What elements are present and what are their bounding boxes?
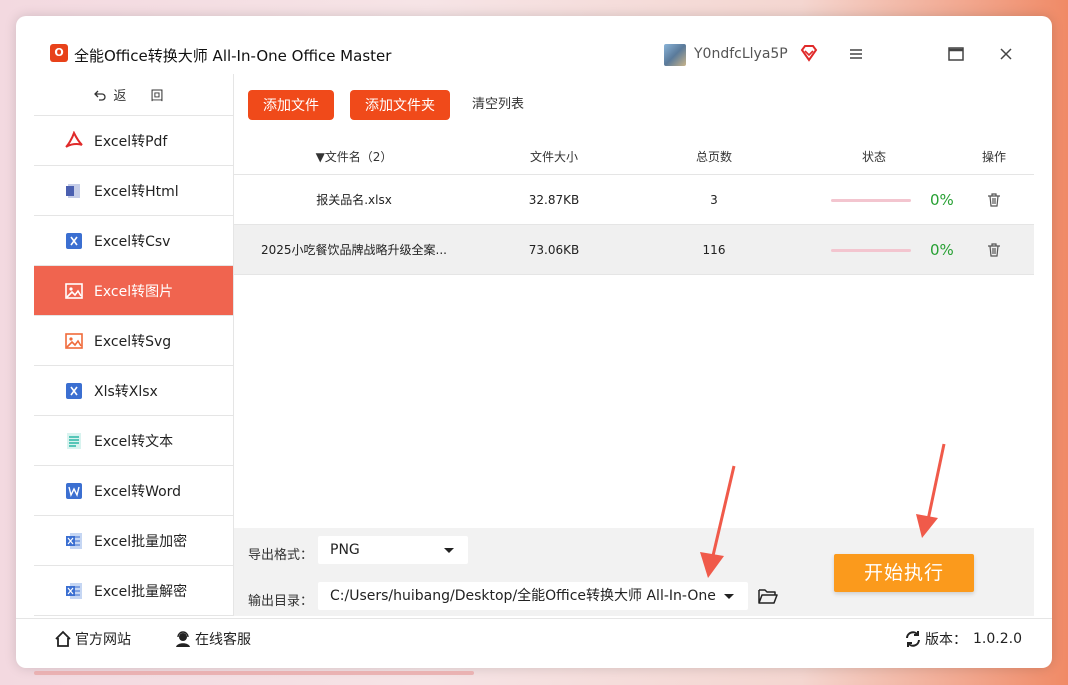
- online-service-label: 在线客服: [195, 632, 251, 648]
- sidebar-item-label: Excel转文本: [94, 433, 174, 450]
- format-label: 导出格式：: [248, 548, 314, 563]
- home-icon: [55, 630, 71, 647]
- progress-percent: 0%: [930, 190, 954, 209]
- text-icon: [64, 431, 84, 451]
- username[interactable]: Y0ndfcLlya5P: [694, 46, 788, 62]
- excel-icon: [64, 381, 84, 401]
- title-bar: O 全能Office转换大师 All-In-One Office Master …: [16, 16, 1052, 74]
- file-name: 2025小吃餐饮品牌战略升级全案...: [261, 243, 447, 257]
- chevron-down-icon: [724, 594, 734, 599]
- sidebar-item-label: Xls转Xlsx: [94, 383, 158, 400]
- menu-icon[interactable]: [846, 44, 866, 64]
- back-arrow-icon: [94, 90, 106, 101]
- file-size: 32.87KB: [528, 192, 580, 207]
- column-header-pages: 总页数: [695, 149, 732, 164]
- excel-unlock-icon: [64, 581, 84, 601]
- footer: 官方网站 在线客服 版本： 1.0.2.0: [16, 618, 1052, 658]
- options-panel: 导出格式： PNG 输出目录： C:/Users/huibang/Desktop…: [234, 528, 1034, 616]
- column-header-name[interactable]: ▼文件名（2）: [234, 138, 474, 174]
- progress-bar: [831, 199, 911, 202]
- add-file-button[interactable]: 添加文件: [248, 90, 334, 120]
- table-header: ▼文件名（2） 文件大小 总页数 状态 操作: [234, 138, 1034, 175]
- sidebar-item-label: Excel转Word: [94, 483, 182, 500]
- sidebar: 返 回 Excel转Pdf Excel转Html Excel转Csv Excel…: [34, 74, 234, 616]
- image-icon: [64, 331, 84, 351]
- sidebar-item-excel-batch-decrypt[interactable]: Excel批量解密: [34, 566, 233, 616]
- table-row[interactable]: 报关品名.xlsx 32.87KB 3 0%: [234, 175, 1034, 225]
- file-name: 报关品名.xlsx: [316, 193, 392, 207]
- back-label: 返 回: [113, 89, 174, 104]
- version-info: 版本： 1.0.2.0: [904, 629, 1022, 649]
- file-size: 73.06KB: [528, 242, 580, 257]
- sidebar-item-excel-to-svg[interactable]: Excel转Svg: [34, 316, 233, 366]
- page-count: 3: [710, 192, 718, 207]
- official-site-label: 官方网站: [75, 632, 131, 648]
- format-select[interactable]: PNG: [318, 536, 468, 564]
- excel-lock-icon: [64, 531, 84, 551]
- add-folder-button[interactable]: 添加文件夹: [350, 90, 450, 120]
- column-header-operation: 操作: [981, 149, 1006, 164]
- word-icon: [64, 481, 84, 501]
- delete-trash-icon[interactable]: [986, 192, 1002, 208]
- excel-icon: [64, 231, 84, 251]
- output-dir-value: C:/Users/huibang/Desktop/全能Office转换大师 Al…: [330, 588, 716, 604]
- pdf-icon: [64, 130, 84, 151]
- back-button[interactable]: 返 回: [34, 74, 233, 116]
- sidebar-item-excel-to-csv[interactable]: Excel转Csv: [34, 216, 233, 266]
- sidebar-item-excel-to-pdf[interactable]: Excel转Pdf: [34, 116, 233, 166]
- output-dir-select[interactable]: C:/Users/huibang/Desktop/全能Office转换大师 Al…: [318, 582, 748, 610]
- sidebar-item-label: Excel批量解密: [94, 583, 188, 600]
- output-dir-label: 输出目录：: [248, 594, 314, 609]
- sidebar-item-label: Excel转Svg: [94, 333, 172, 350]
- clear-list-button[interactable]: 清空列表: [472, 90, 524, 120]
- close-icon[interactable]: [996, 44, 1016, 64]
- sidebar-item-excel-to-html[interactable]: Excel转Html: [34, 166, 233, 216]
- sidebar-item-excel-to-word[interactable]: Excel转Word: [34, 466, 233, 516]
- sidebar-item-excel-to-image[interactable]: Excel转图片: [34, 266, 233, 316]
- app-logo-icon: O: [50, 44, 68, 62]
- sidebar-item-xls-to-xlsx[interactable]: Xls转Xlsx: [34, 366, 233, 416]
- app-window: O 全能Office转换大师 All-In-One Office Master …: [16, 16, 1052, 668]
- sidebar-item-label: Excel转Html: [94, 183, 179, 200]
- sidebar-item-label: Excel转图片: [94, 283, 174, 300]
- folder-open-icon[interactable]: [758, 587, 778, 605]
- start-button[interactable]: 开始执行: [834, 554, 974, 592]
- page-count: 116: [702, 242, 726, 257]
- progress-percent: 0%: [930, 240, 954, 259]
- column-header-size: 文件大小: [529, 149, 578, 164]
- sidebar-item-excel-batch-encrypt[interactable]: Excel批量加密: [34, 516, 233, 566]
- vip-diamond-icon[interactable]: [799, 43, 819, 63]
- version-value: 1.0.2.0: [973, 631, 1022, 647]
- table-row[interactable]: 2025小吃餐饮品牌战略升级全案... 73.06KB 116 0%: [234, 225, 1034, 275]
- online-service-link[interactable]: 在线客服: [174, 629, 251, 649]
- refresh-icon[interactable]: [904, 630, 922, 648]
- app-title: 全能Office转换大师 All-In-One Office Master: [74, 47, 392, 65]
- sidebar-item-excel-to-text[interactable]: Excel转文本: [34, 416, 233, 466]
- sidebar-item-label: Excel批量加密: [94, 533, 188, 550]
- image-icon: [64, 281, 84, 301]
- customer-service-icon: [176, 631, 190, 647]
- format-value: PNG: [330, 542, 360, 558]
- maximize-icon[interactable]: [946, 44, 966, 64]
- version-label: 版本：: [925, 632, 967, 648]
- column-header-status: 状态: [861, 149, 886, 164]
- avatar[interactable]: [664, 44, 686, 66]
- official-site-link[interactable]: 官方网站: [54, 629, 131, 649]
- file-table: ▼文件名（2） 文件大小 总页数 状态 操作 报关品名.xlsx 32.87KB…: [234, 138, 1034, 275]
- delete-trash-icon[interactable]: [986, 242, 1002, 258]
- chevron-down-icon: [444, 548, 454, 553]
- sidebar-item-label: Excel转Pdf: [94, 133, 168, 150]
- progress-bar: [831, 249, 911, 252]
- html-icon: [64, 181, 84, 201]
- sidebar-item-label: Excel转Csv: [94, 233, 171, 250]
- horizontal-scrollbar[interactable]: [34, 671, 474, 675]
